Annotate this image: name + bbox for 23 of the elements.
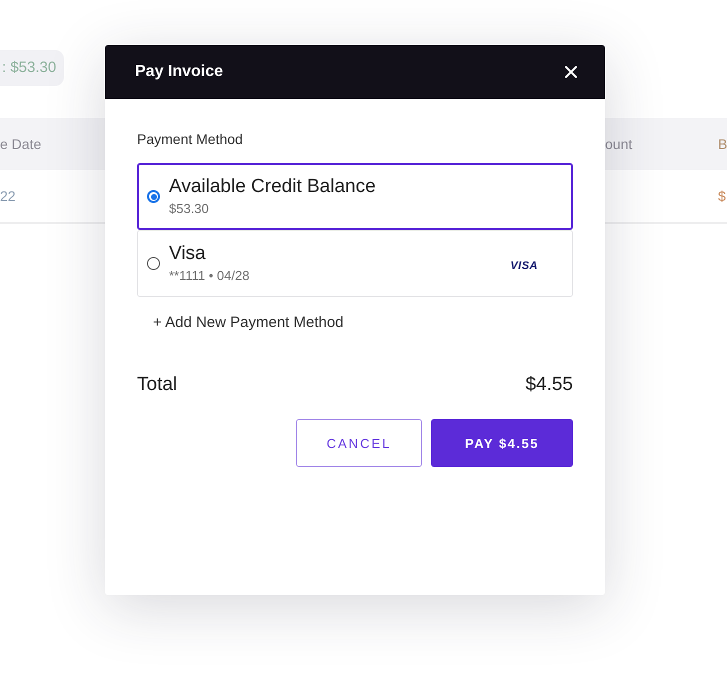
payment-option[interactable]: Visa **1111 • 04/28 VISA [137, 230, 573, 297]
option-name: Available Credit Balance [169, 174, 376, 198]
total-label: Total [137, 373, 178, 397]
column-header: ount [605, 136, 632, 152]
add-payment-link[interactable]: + Add New Payment Method [153, 313, 344, 333]
pay-button[interactable]: PAY $4.55 [431, 419, 573, 467]
payment-option[interactable]: Available Credit Balance $53.30 [137, 163, 573, 230]
option-detail: $53.30 [169, 200, 209, 218]
cancel-button[interactable]: CANCEL [296, 419, 422, 467]
column-header: B [718, 136, 727, 152]
table-cell: $ [718, 188, 726, 204]
balance-pill: : $53.30 [0, 50, 64, 86]
option-detail: **1111 • 04/28 [169, 266, 250, 284]
total-amount: $4.55 [525, 373, 573, 397]
table-cell: 22 [0, 188, 16, 204]
close-icon [565, 66, 577, 78]
radio-button[interactable] [147, 190, 160, 203]
option-name: Visa [169, 242, 206, 266]
section-label: Payment Method [137, 130, 243, 149]
dialog-title: Pay Invoice [135, 63, 224, 81]
close-button[interactable] [565, 66, 577, 78]
column-header: e Date [0, 136, 42, 152]
radio-button[interactable] [147, 257, 160, 270]
